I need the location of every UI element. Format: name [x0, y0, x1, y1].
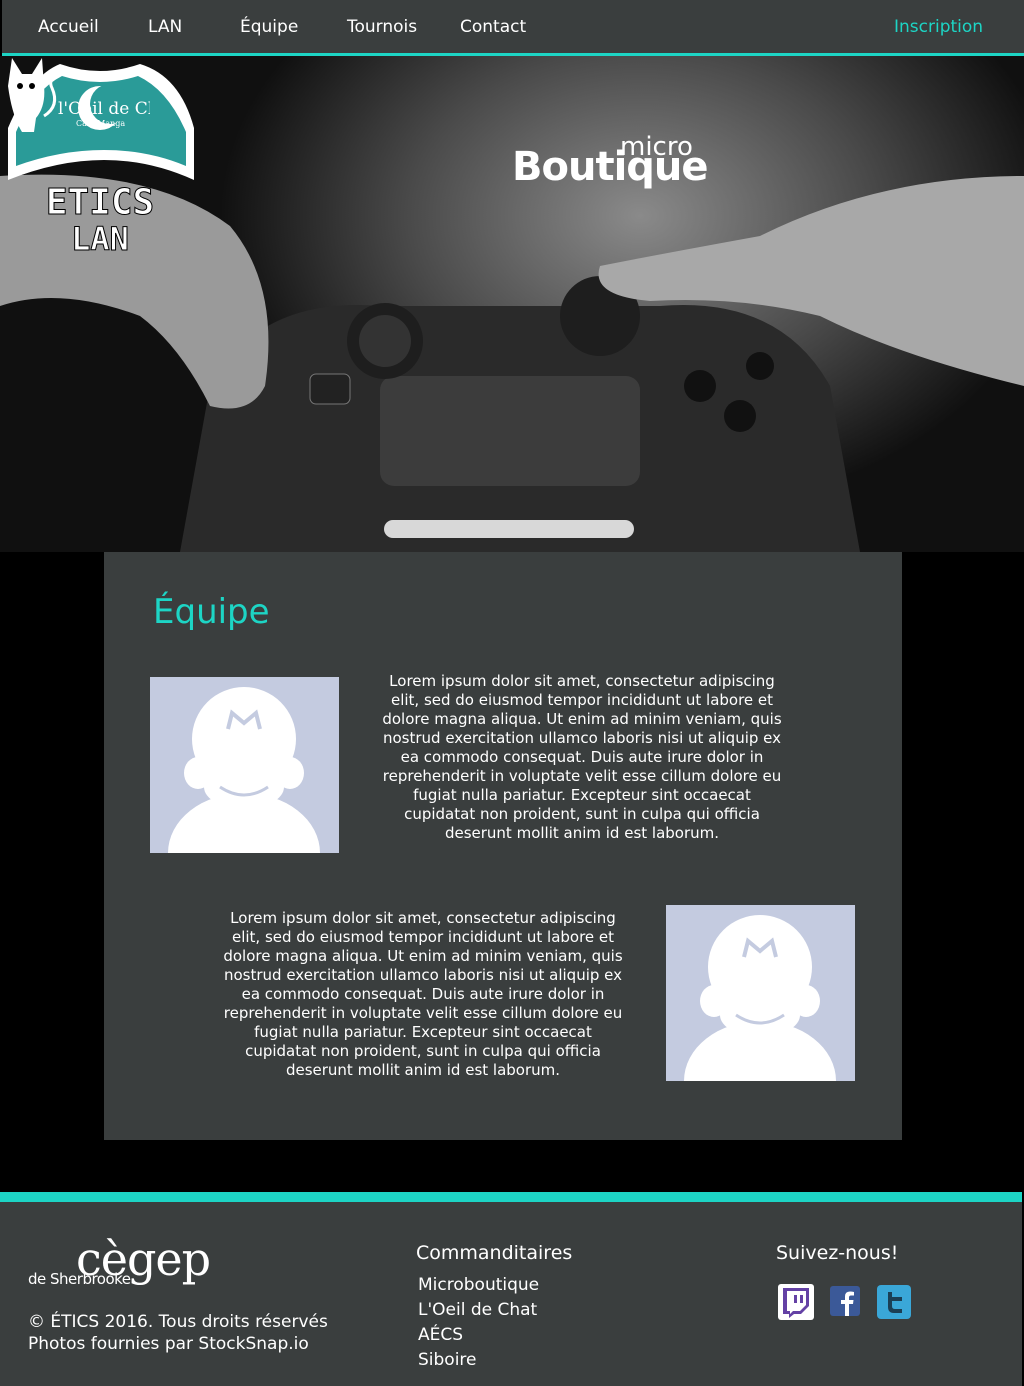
nav-lan[interactable]: LAN	[148, 17, 182, 37]
nav-equipe[interactable]: Équipe	[240, 17, 298, 37]
sponsor-link[interactable]: Siboire	[418, 1348, 539, 1373]
page-title: Équipe	[153, 592, 270, 632]
twitch-icon[interactable]	[778, 1284, 814, 1320]
chat-sub-text: Café Manga	[76, 119, 125, 128]
mario-silhouette-icon	[684, 915, 836, 1081]
logo-lan-text: LAN	[71, 220, 129, 256]
logo-etics-text: ETICS	[46, 182, 154, 223]
boutique-text: Boutique	[512, 144, 709, 190]
team-panel: Équipe Lorem ipsum dolor sit amet, conse…	[104, 552, 902, 1140]
nav-tournois[interactable]: Tournois	[347, 17, 417, 37]
copyright-block: © ÉTICS 2016. Tous droits réservés Photo…	[28, 1311, 328, 1355]
mario-silhouette-icon	[168, 687, 320, 853]
member-bio: Lorem ipsum dolor sit amet, consectetur …	[382, 672, 782, 842]
top-nav: Accueil LAN Équipe Tournois Contact Insc…	[2, 0, 1024, 56]
sponsors-list: Microboutique L'Oeil de Chat AÉCS Siboir…	[418, 1273, 539, 1373]
photo-credit-text: Photos fournies par StockSnap.io	[28, 1334, 309, 1354]
site-footer: cègep de Sherbrooke © ÉTICS 2016. Tous d…	[0, 1192, 1022, 1386]
nav-accueil[interactable]: Accueil	[38, 17, 99, 37]
copyright-text: © ÉTICS 2016. Tous droits réservés	[28, 1312, 328, 1332]
follow-title: Suivez-nous!	[776, 1242, 899, 1264]
chat-name-text: l'Oeil de Chat	[58, 99, 150, 119]
nav-inscription[interactable]: Inscription	[894, 17, 983, 37]
twitter-icon[interactable]	[876, 1284, 912, 1320]
sponsor-link[interactable]: Microboutique	[418, 1273, 539, 1298]
sponsor-link[interactable]: L'Oeil de Chat	[418, 1298, 539, 1323]
sponsor-link[interactable]: AÉCS	[418, 1323, 539, 1348]
sponsors-title: Commanditaires	[416, 1242, 573, 1264]
cegep-sub: de Sherbrooke	[28, 1270, 131, 1288]
member-avatar	[666, 905, 855, 1081]
nav-contact[interactable]: Contact	[460, 17, 526, 37]
member-avatar	[150, 677, 339, 853]
facebook-icon[interactable]	[828, 1284, 864, 1320]
hero-banner: ETICS LAN micro Boutique l'Oeil de Chat …	[0, 56, 1024, 552]
member-bio: Lorem ipsum dolor sit amet, consectetur …	[223, 909, 623, 1079]
oeil-de-chat-logo: l'Oeil de Chat Café Manga	[8, 58, 150, 132]
